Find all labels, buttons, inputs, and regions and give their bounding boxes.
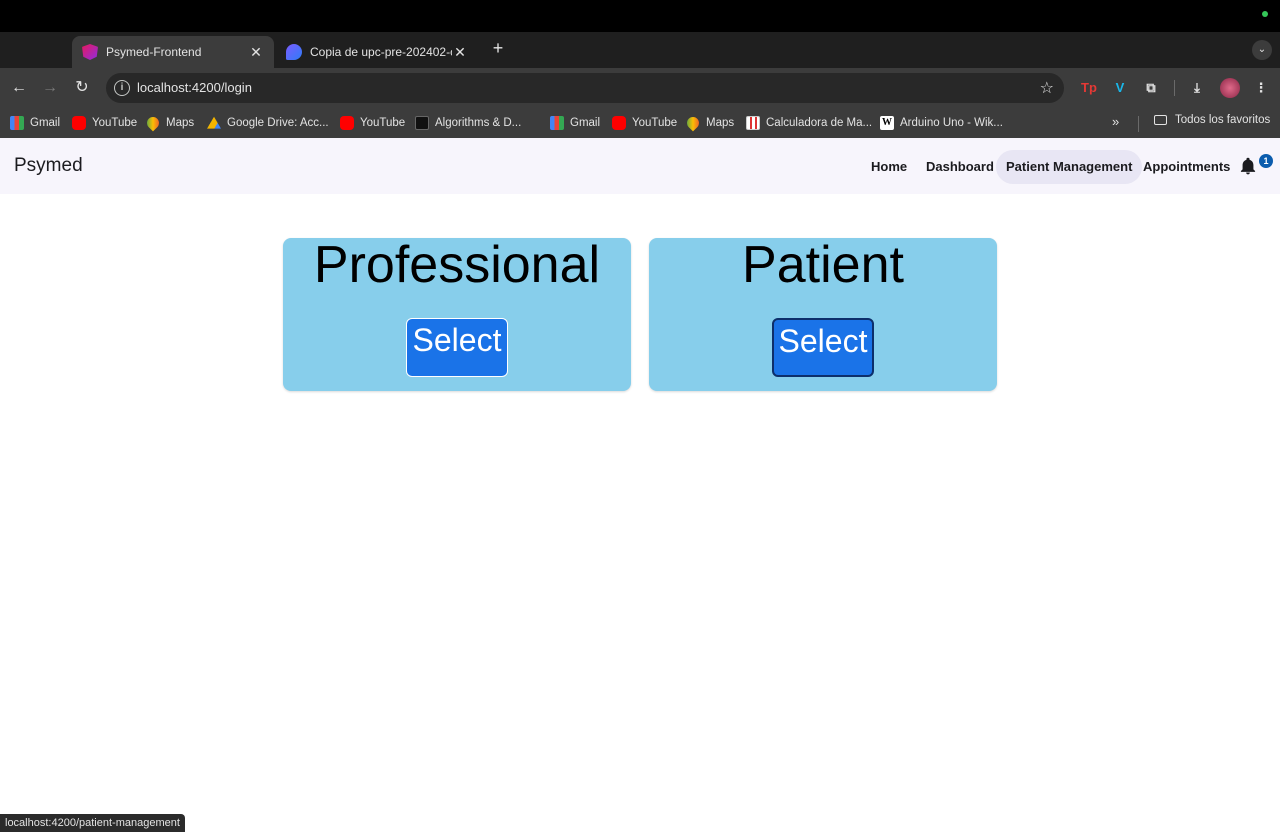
bookmark-item[interactable]: W Arduino Uno - Wik... bbox=[880, 114, 1003, 132]
gmail-icon bbox=[10, 116, 24, 130]
bookmarks-divider bbox=[1138, 116, 1139, 132]
close-icon[interactable]: ✕ bbox=[452, 44, 468, 61]
tab-title: Psymed-Frontend bbox=[106, 45, 202, 59]
address-bar[interactable]: i localhost:4200/login ☆ bbox=[106, 73, 1064, 103]
bookmarks-bar: Gmail YouTube Maps Google Drive: Acc... … bbox=[0, 108, 1280, 138]
youtube-icon bbox=[612, 116, 626, 130]
bookmark-label: Arduino Uno - Wik... bbox=[900, 117, 1003, 129]
youtube-icon bbox=[340, 116, 354, 130]
nav-appointments[interactable]: Appointments bbox=[1133, 150, 1240, 184]
maps-icon bbox=[684, 114, 702, 132]
macos-menubar bbox=[0, 0, 1280, 32]
all-bookmarks-label: Todos los favoritos bbox=[1175, 114, 1271, 126]
toolbar-divider bbox=[1174, 80, 1175, 96]
close-icon[interactable]: ✕ bbox=[248, 44, 264, 61]
reload-icon[interactable]: ↻ bbox=[72, 78, 92, 98]
notification-count-badge: 1 bbox=[1259, 154, 1273, 168]
tab-search-chevron-icon[interactable]: ⌄ bbox=[1252, 40, 1272, 60]
download-icon[interactable]: ⤓ bbox=[1187, 78, 1207, 98]
more-bookmarks-chevron-icon[interactable]: » bbox=[1112, 114, 1119, 129]
bookmark-item[interactable]: YouTube bbox=[72, 114, 137, 132]
bookmark-star-icon[interactable]: ☆ bbox=[1040, 78, 1054, 98]
chat-app-icon bbox=[286, 44, 302, 60]
bookmark-label: Maps bbox=[166, 117, 195, 129]
angular-icon bbox=[82, 44, 98, 60]
bookmark-item[interactable]: Maps bbox=[144, 114, 195, 132]
app-brand[interactable]: Psymed bbox=[14, 155, 83, 177]
bookmark-item[interactable]: Google Drive: Acc... bbox=[207, 114, 329, 132]
card-heading: Patient bbox=[742, 236, 904, 294]
back-arrow-icon[interactable]: ← bbox=[9, 78, 29, 98]
app-navbar: Psymed Home Dashboard Patient Management… bbox=[0, 138, 1280, 194]
bookmark-label: YouTube bbox=[632, 117, 678, 129]
gmail-icon bbox=[550, 116, 564, 130]
link-status-bar: localhost:4200/patient-management bbox=[0, 814, 185, 832]
browser-tabstrip: Psymed-Frontend ✕ Copia de upc-pre-20240… bbox=[0, 32, 1280, 68]
site-info-icon[interactable]: i bbox=[114, 80, 130, 96]
notification-bell-icon[interactable] bbox=[1238, 156, 1258, 176]
wikipedia-icon: W bbox=[880, 116, 894, 130]
vimeo-extension-icon[interactable]: V bbox=[1110, 78, 1130, 98]
all-bookmarks-folder[interactable]: Todos los favoritos bbox=[1154, 114, 1270, 126]
drive-icon bbox=[207, 116, 221, 129]
tab-title: Copia de upc-pre-202402-cc bbox=[310, 45, 452, 59]
bookmark-item[interactable]: YouTube bbox=[340, 114, 405, 132]
tab-copia-upc[interactable]: Copia de upc-pre-202402-cc ✕ bbox=[276, 36, 478, 68]
patient-role-card: Patient Select bbox=[649, 238, 997, 391]
extension-tp-icon[interactable]: Tp bbox=[1079, 78, 1099, 98]
bookmark-item[interactable]: Gmail bbox=[550, 114, 600, 132]
maps-icon bbox=[144, 114, 162, 132]
kebab-menu-icon[interactable]: ⋮ bbox=[1251, 78, 1271, 98]
bookmark-label: Gmail bbox=[570, 117, 601, 129]
bookmark-label: Google Drive: Acc... bbox=[227, 117, 329, 129]
new-tab-button[interactable]: + bbox=[488, 38, 508, 58]
bookmark-label: YouTube bbox=[360, 117, 406, 129]
extensions-puzzle-icon[interactable]: ⧉ bbox=[1141, 78, 1161, 98]
nav-dashboard[interactable]: Dashboard bbox=[916, 150, 1004, 184]
card-heading: Professional bbox=[313, 236, 601, 294]
browser-toolbar: ← → ↻ i localhost:4200/login ☆ Tp V ⧉ ⤓ … bbox=[0, 68, 1280, 108]
bookmark-label: Gmail bbox=[30, 117, 61, 129]
bookmark-label: Calculadora de Ma... bbox=[766, 117, 873, 129]
bookmark-label: Algorithms & D... bbox=[435, 117, 522, 129]
professional-role-card: Professional Select bbox=[283, 238, 631, 391]
folder-icon bbox=[1154, 115, 1167, 125]
tab-psymed-frontend[interactable]: Psymed-Frontend ✕ bbox=[72, 36, 274, 68]
url-text[interactable]: localhost:4200/login bbox=[137, 80, 252, 95]
bookmark-item[interactable]: Gmail bbox=[10, 114, 60, 132]
bookmark-label: Maps bbox=[706, 117, 735, 129]
youtube-icon bbox=[72, 116, 86, 130]
nav-home[interactable]: Home bbox=[861, 150, 917, 184]
select-patient-button[interactable]: Select bbox=[772, 318, 874, 377]
algorithms-icon bbox=[415, 116, 429, 130]
bookmark-item[interactable]: YouTube bbox=[612, 114, 677, 132]
bookmark-item[interactable]: Algorithms & D... bbox=[415, 114, 521, 132]
forward-arrow-icon[interactable]: → bbox=[40, 78, 60, 98]
calculator-icon bbox=[746, 116, 760, 130]
profile-avatar[interactable] bbox=[1220, 78, 1240, 98]
bookmark-label: YouTube bbox=[92, 117, 138, 129]
bookmark-item[interactable]: Calculadora de Ma... bbox=[746, 114, 872, 132]
nav-patient-management[interactable]: Patient Management bbox=[996, 150, 1143, 184]
bookmark-item[interactable]: Maps bbox=[684, 114, 735, 132]
select-professional-button[interactable]: Select bbox=[406, 318, 508, 377]
recording-indicator bbox=[1262, 11, 1268, 17]
